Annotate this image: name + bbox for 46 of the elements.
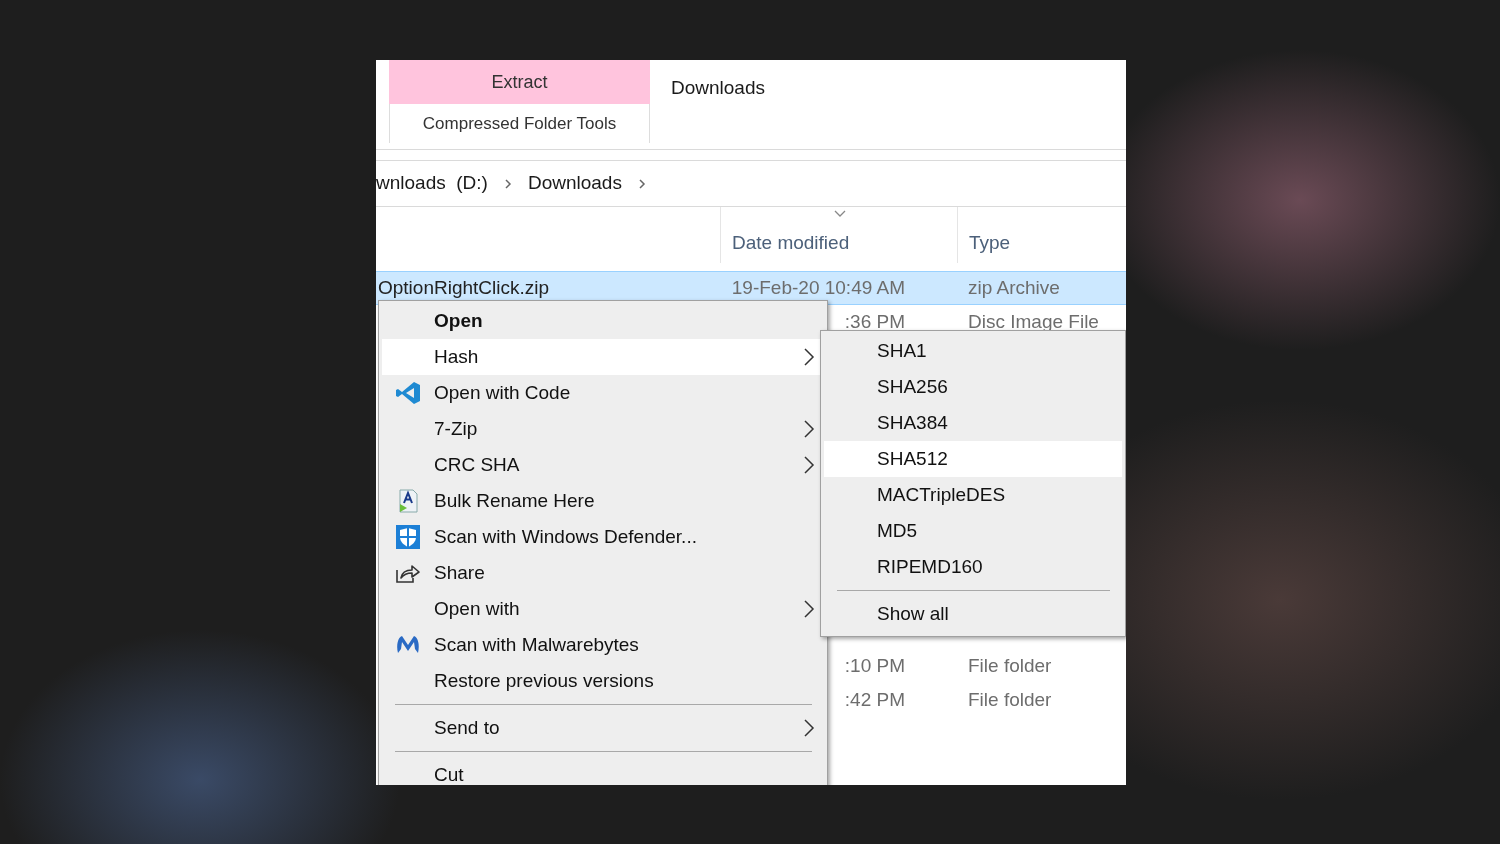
file-row[interactable]: OptionRightClick.zip 19-Feb-20 10:49 AM zip Archive [376, 271, 1126, 305]
date-cell: :42 PM [844, 688, 905, 710]
menu-item[interactable]: SHA384 [824, 405, 1122, 441]
menu-item[interactable]: SHA512 [824, 441, 1122, 477]
menu-item[interactable]: Show all [824, 596, 1122, 632]
type-cell: zip Archive [968, 276, 1060, 298]
menu-item[interactable]: Open [382, 303, 824, 339]
chevron-icon [802, 455, 816, 475]
menu-item[interactable]: Share [382, 555, 824, 591]
extract-tab[interactable]: Extract [389, 60, 650, 104]
chevron-icon [802, 347, 816, 367]
breadcrumb-item[interactable]: wnloads (D:) [376, 169, 488, 198]
menu-item[interactable]: RIPEMD160 [824, 549, 1122, 585]
code-editor-icon [395, 381, 421, 405]
type-cell: File folder [968, 688, 1052, 710]
menu-item[interactable]: Bulk Rename Here [382, 483, 824, 519]
chevron-icon[interactable] [503, 178, 512, 189]
menu-item[interactable]: Open with Code [382, 375, 824, 411]
breadcrumb-item[interactable]: Downloads [527, 169, 622, 198]
shield-icon [395, 525, 421, 549]
date-cell: :36 PM [844, 310, 905, 332]
type-cell: File folder [968, 654, 1052, 676]
date-cell: 19-Feb-20 10:49 AM [731, 276, 905, 298]
menu-item[interactable]: 7-Zip [382, 411, 824, 447]
chevron-icon [802, 718, 816, 738]
menu-item[interactable]: Restore previous versions [382, 663, 824, 699]
type-cell: Disc Image File [968, 310, 1099, 332]
file-name: OptionRightClick.zip [378, 276, 550, 298]
date-cell: :10 PM [844, 654, 905, 676]
column-header[interactable]: Type [957, 207, 1126, 263]
menu-item[interactable]: CRC SHA [382, 447, 824, 483]
menu-item[interactable]: Scan with Windows Defender... [382, 519, 824, 555]
menu-item[interactable]: Scan with Malwarebytes [382, 627, 824, 663]
menu-item[interactable]: Send to [382, 710, 824, 746]
chevron-icon [802, 599, 816, 619]
column-header[interactable]: Date modified [720, 207, 957, 263]
menu-item[interactable]: Cut [382, 757, 824, 785]
menu-item[interactable]: Open with [382, 591, 824, 627]
window-title: Downloads [671, 77, 765, 98]
chevron-icon [802, 419, 816, 439]
menu-item[interactable]: SHA256 [824, 369, 1122, 405]
menu-item[interactable]: MACTripleDES [824, 477, 1122, 513]
menu-item[interactable]: MD5 [824, 513, 1122, 549]
menu-item[interactable]: SHA1 [824, 333, 1122, 369]
chevron-icon[interactable] [637, 178, 646, 189]
tab-group-label: Compressed Folder Tools [422, 112, 617, 135]
